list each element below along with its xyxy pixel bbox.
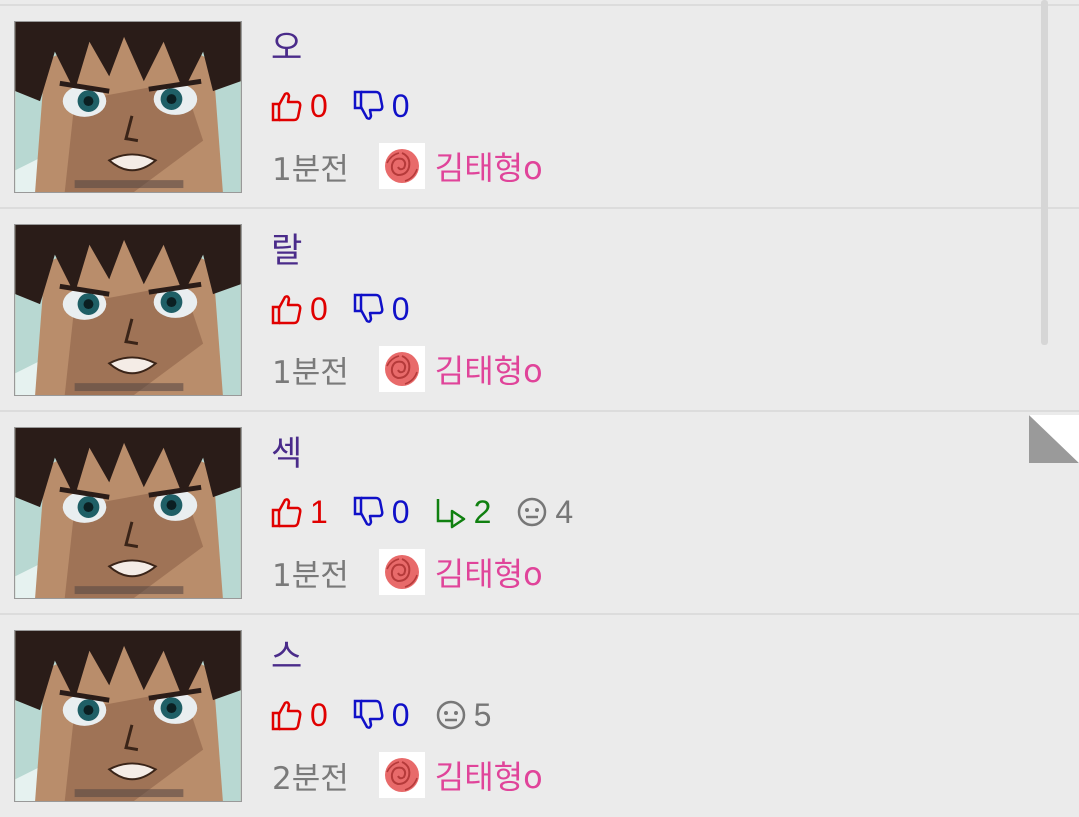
comment-face-icon xyxy=(434,698,468,732)
upvote-value: 0 xyxy=(310,696,328,733)
post-meta: 2분전 김태형o xyxy=(272,751,543,799)
downvote-value: 0 xyxy=(391,87,410,124)
reply-count: 2 xyxy=(434,493,492,531)
post-thumbnail[interactable] xyxy=(14,21,242,193)
comment-value: 4 xyxy=(555,493,574,530)
post-time: 1분전 xyxy=(272,151,349,188)
downvote-count: 0 xyxy=(352,291,410,328)
post-stats: 0 0 xyxy=(270,289,434,329)
upvote-value: 0 xyxy=(310,290,328,327)
post-stats: 0 0 xyxy=(270,86,434,126)
thumbs-up-icon xyxy=(270,698,304,732)
upvote-count: 0 xyxy=(270,697,328,734)
post-thumbnail[interactable] xyxy=(14,427,242,599)
downvote-count: 0 xyxy=(352,697,410,734)
avatar[interactable] xyxy=(378,143,425,189)
post-title[interactable]: 섹 xyxy=(271,434,302,474)
upvote-count: 1 xyxy=(270,494,328,531)
post-meta: 1분전 김태형o xyxy=(272,548,543,596)
post-title[interactable]: 스 xyxy=(271,637,302,677)
downvote-value: 0 xyxy=(391,493,410,530)
avatar[interactable] xyxy=(378,346,425,392)
thumbs-down-icon xyxy=(352,495,386,529)
post-title[interactable]: 랄 xyxy=(271,231,302,271)
avatar[interactable] xyxy=(378,549,425,595)
reply-value: 2 xyxy=(473,493,492,530)
author-name[interactable]: 김태형o xyxy=(435,752,543,798)
rose-icon xyxy=(381,145,423,187)
corner-fold-icon xyxy=(1029,415,1079,463)
author-name[interactable]: 김태형o xyxy=(435,143,543,189)
post-title[interactable]: 오 xyxy=(271,28,302,68)
author-name[interactable]: 김태형o xyxy=(435,346,543,392)
post-time: 2분전 xyxy=(272,760,349,797)
list-item[interactable]: 스 0 0 5 2분전 김태형o xyxy=(0,613,1079,815)
upvote-count: 0 xyxy=(270,88,328,125)
post-meta: 1분전 김태형o xyxy=(272,142,543,190)
post-thumbnail[interactable] xyxy=(14,630,242,802)
author-name[interactable]: 김태형o xyxy=(435,549,543,595)
avatar[interactable] xyxy=(378,752,425,798)
downvote-value: 0 xyxy=(391,290,410,327)
thumbs-up-icon xyxy=(270,292,304,326)
downvote-value: 0 xyxy=(391,696,410,733)
post-stats: 1 0 2 4 xyxy=(270,492,597,532)
post-time: 1분전 xyxy=(272,354,349,391)
post-list: 오 0 0 1분전 김태형o 랄 0 0 1분전 김태형o 섹 1 0 2 4 … xyxy=(0,0,1079,817)
thumbs-up-icon xyxy=(270,89,304,123)
scrollbar[interactable] xyxy=(1041,0,1048,345)
comment-value: 5 xyxy=(473,696,492,733)
reply-arrow-icon xyxy=(434,495,468,529)
downvote-count: 0 xyxy=(352,88,410,125)
downvote-count: 0 xyxy=(352,494,410,531)
post-meta: 1분전 김태형o xyxy=(272,345,543,393)
post-time: 1분전 xyxy=(272,557,349,594)
thumbs-down-icon xyxy=(352,89,386,123)
comment-count: 4 xyxy=(515,494,573,531)
rose-icon xyxy=(381,348,423,390)
post-thumbnail[interactable] xyxy=(14,224,242,396)
upvote-value: 0 xyxy=(310,87,328,124)
rose-icon xyxy=(381,551,423,593)
upvote-value: 1 xyxy=(310,493,328,530)
list-item[interactable]: 섹 1 0 2 4 1분전 김태형o xyxy=(0,410,1079,612)
thumbs-down-icon xyxy=(352,292,386,326)
upvote-count: 0 xyxy=(270,291,328,328)
comment-face-icon xyxy=(515,495,549,529)
rose-icon xyxy=(381,754,423,796)
post-stats: 0 0 5 xyxy=(270,695,515,735)
list-item[interactable]: 랄 0 0 1분전 김태형o xyxy=(0,207,1079,409)
thumbs-up-icon xyxy=(270,495,304,529)
comment-count: 5 xyxy=(434,696,492,734)
list-item[interactable]: 오 0 0 1분전 김태형o xyxy=(0,4,1079,206)
thumbs-down-icon xyxy=(352,698,386,732)
